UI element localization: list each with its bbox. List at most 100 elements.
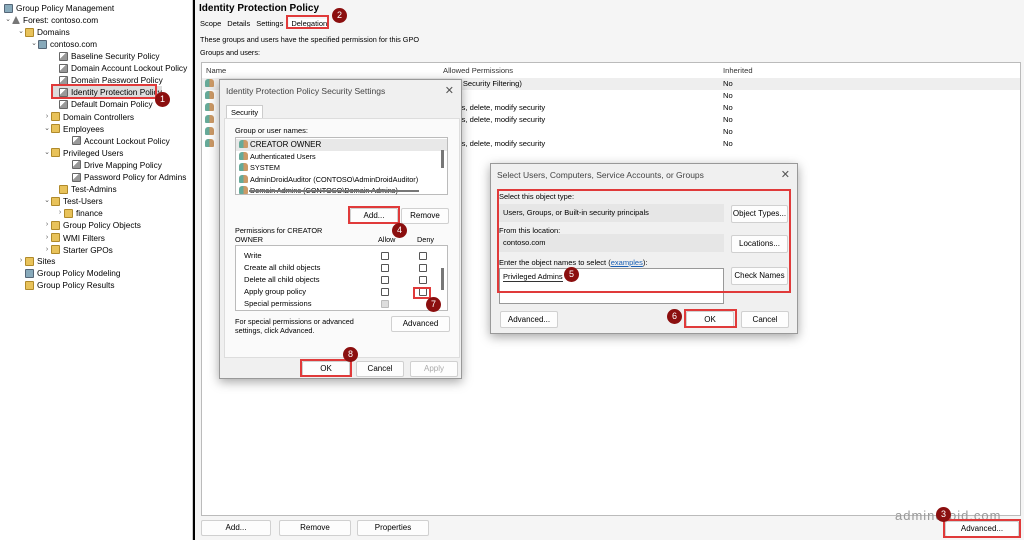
tree-sites[interactable]: › Sites	[17, 255, 56, 267]
object-types-button[interactable]: Object Types...	[731, 205, 788, 223]
cell-inherited: No	[723, 91, 733, 100]
chevron-right-icon[interactable]: ›	[43, 244, 51, 256]
allow-checkbox[interactable]	[381, 300, 389, 308]
deny-checkbox[interactable]	[419, 288, 427, 296]
tree-label: Group Policy Modeling	[37, 268, 121, 278]
tree-item[interactable]: › Group Policy Objects	[43, 219, 141, 231]
scrollbar[interactable]	[441, 150, 444, 168]
tree-label: contoso.com	[50, 39, 98, 49]
remove-user-button[interactable]: Remove	[401, 208, 449, 224]
permission-label: Apply group policy	[244, 287, 307, 296]
tree-item[interactable]: ⌄ Privileged Users	[43, 147, 123, 159]
tree-label: Privileged Users	[63, 147, 124, 158]
tree-item[interactable]: ⌄ Employees	[43, 123, 104, 135]
advanced-button[interactable]: Advanced...	[945, 521, 1019, 537]
tree-item[interactable]: Domain Account Lockout Policy	[51, 62, 187, 74]
tree-item[interactable]: ⌄ Test-Users	[43, 195, 103, 207]
deny-checkbox[interactable]	[419, 264, 427, 272]
user-list-item[interactable]: SYSTEM	[236, 162, 447, 174]
column-inherited[interactable]: Inherited	[723, 65, 753, 77]
advanced-button[interactable]: Advanced...	[500, 311, 558, 328]
tree-item[interactable]: Domain Password Policy	[51, 74, 163, 86]
user-list[interactable]: CREATOR OWNER Authenticated Users SYSTEM Ad…	[235, 137, 448, 195]
close-icon[interactable]: ✕	[781, 168, 790, 181]
chevron-right-icon[interactable]: ›	[43, 219, 51, 231]
deny-checkbox[interactable]	[419, 276, 427, 284]
tree-item[interactable]: Identity Protection Policy	[51, 86, 162, 99]
folder-icon	[51, 148, 60, 158]
cancel-button[interactable]: Cancel	[741, 311, 789, 328]
add-button[interactable]: Add...	[201, 520, 271, 536]
chevron-down-icon[interactable]: ⌄	[17, 26, 25, 38]
tree-results[interactable]: Group Policy Results	[25, 279, 114, 291]
properties-button[interactable]: Properties	[357, 520, 429, 536]
tree-modeling[interactable]: Group Policy Modeling	[25, 267, 120, 279]
tree-item[interactable]: Default Domain Policy	[51, 98, 153, 110]
tree-item[interactable]: Baseline Security Policy	[51, 50, 160, 62]
advanced-button[interactable]: Advanced	[391, 316, 450, 332]
table-header: Name Allowed Permissions Inherited	[202, 65, 1020, 77]
chevron-right-icon[interactable]: ›	[56, 207, 64, 219]
chevron-right-icon[interactable]: ›	[43, 232, 51, 244]
chevron-right-icon[interactable]: ›	[17, 255, 25, 267]
tree-item[interactable]: › Domain Controllers	[43, 111, 134, 123]
user-list-item[interactable]: AdminDroidAuditor (CONTOSO\AdminDroidAud…	[236, 174, 447, 186]
permission-label: Create all child objects	[244, 263, 321, 272]
close-icon[interactable]: ✕	[445, 84, 454, 97]
allow-checkbox[interactable]	[381, 252, 389, 260]
tree-item[interactable]: › finance	[56, 207, 103, 219]
examples-link[interactable]: examples	[611, 258, 643, 267]
chevron-down-icon[interactable]: ⌄	[43, 147, 51, 159]
tree-forest[interactable]: ⌄ Forest: contoso.com	[4, 14, 98, 26]
tree-item[interactable]: › Starter GPOs	[43, 244, 113, 256]
user-list-item[interactable]: Authenticated Users	[236, 151, 447, 163]
tree-item[interactable]: Drive Mapping Policy	[64, 159, 162, 171]
tree-domain[interactable]: ⌄ contoso.com	[30, 38, 97, 50]
ok-button[interactable]: OK	[686, 311, 734, 328]
folder-icon	[51, 233, 60, 242]
chevron-down-icon[interactable]: ⌄	[43, 195, 51, 207]
allow-checkbox[interactable]	[381, 276, 389, 284]
tab-delegation[interactable]: Delegation	[289, 19, 330, 28]
remove-button[interactable]: Remove	[279, 520, 351, 536]
permission-row: Create all child objects	[236, 262, 447, 274]
group-icon	[205, 103, 214, 111]
deny-checkbox[interactable]	[419, 252, 427, 260]
tree-label: Group Policy Results	[37, 280, 115, 290]
add-user-button[interactable]: Add...	[350, 208, 398, 224]
tree-item[interactable]: Password Policy for Admins	[64, 171, 186, 183]
tab-security[interactable]: Security	[226, 105, 264, 119]
scrollbar[interactable]	[249, 190, 419, 192]
object-names-input[interactable]: Privileged Admins	[499, 268, 724, 304]
tree-item[interactable]: Account Lockout Policy	[64, 135, 170, 147]
tree-item[interactable]: Test-Admins	[51, 183, 117, 195]
tree-root[interactable]: Group Policy Management	[4, 2, 114, 14]
allow-checkbox[interactable]	[381, 288, 389, 296]
ok-button[interactable]: OK	[302, 361, 350, 377]
chevron-down-icon[interactable]: ⌄	[43, 123, 51, 135]
tree-label: Default Domain Policy	[71, 99, 153, 110]
tab-scope[interactable]: Scope	[200, 19, 221, 28]
chevron-right-icon[interactable]: ›	[43, 111, 51, 123]
tab-settings[interactable]: Settings	[256, 19, 283, 28]
chevron-down-icon[interactable]: ⌄	[30, 38, 38, 50]
tab-details[interactable]: Details	[227, 19, 250, 28]
user-list-item[interactable]: CREATOR OWNER	[236, 139, 447, 151]
apply-button[interactable]: Apply	[410, 361, 458, 377]
gpo-icon	[59, 63, 68, 73]
column-name[interactable]: Name	[206, 65, 226, 77]
tree-domains[interactable]: ⌄ Domains	[17, 26, 70, 38]
cancel-button[interactable]: Cancel	[356, 361, 404, 377]
chevron-down-icon[interactable]: ⌄	[4, 14, 12, 26]
permission-row: Apply group policy	[236, 286, 447, 298]
folder-icon	[64, 208, 73, 218]
column-permissions[interactable]: Allowed Permissions	[443, 65, 513, 77]
check-names-button[interactable]: Check Names	[731, 267, 788, 285]
tree-item[interactable]: › WMI Filters	[43, 232, 105, 244]
locations-button[interactable]: Locations...	[731, 235, 788, 253]
dialog-title: Identity Protection Policy Security Sett…	[226, 86, 386, 96]
scrollbar[interactable]	[441, 268, 444, 290]
allow-checkbox[interactable]	[381, 264, 389, 272]
tree-label: Account Lockout Policy	[84, 135, 170, 146]
step-badge: 7	[426, 297, 441, 312]
